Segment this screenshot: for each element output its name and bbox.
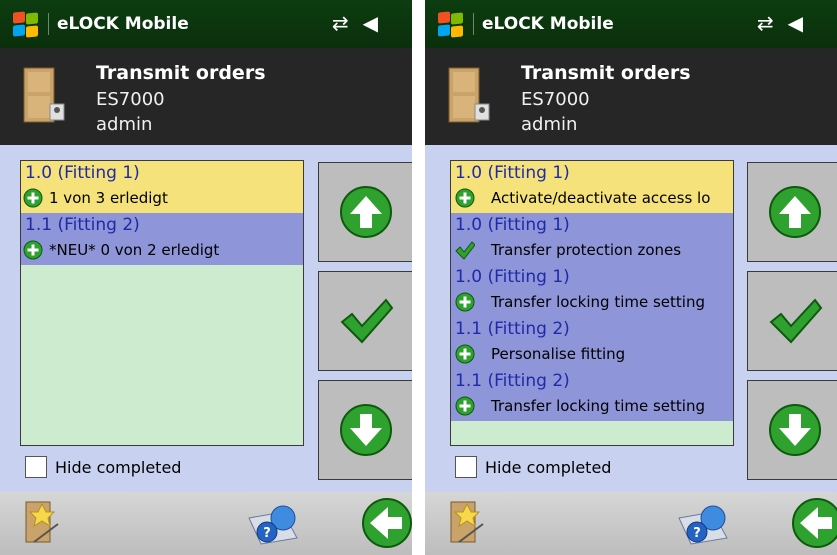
item-text: Transfer locking time setting [491,293,705,311]
item-title: 1.0 (Fitting 1) [455,267,570,287]
back-icon[interactable] [790,496,837,550]
item-title: 1.1 (Fitting 2) [25,215,140,235]
plus-icon [455,396,475,416]
confirm-button[interactable] [747,271,837,371]
item-text: *NEU* 0 von 2 erledigt [49,241,220,259]
check-icon [340,298,394,344]
title-bar: eLOCK Mobile ⇄ ◀ [0,0,412,48]
list-item[interactable]: 1.0 (Fitting 1) Transfer protection zone… [451,213,733,265]
screen-1: eLOCK Mobile ⇄ ◀ Transmit orders ES7000 … [0,0,412,555]
list-item[interactable]: 1.1 (Fitting 2) *NEU* 0 von 2 erledigt [21,213,303,265]
connectivity-icon[interactable]: ⇄ [757,10,774,36]
move-down-button[interactable] [318,380,412,480]
door-icon [23,67,65,123]
help-icon[interactable]: ? [245,498,301,548]
plus-icon [455,344,475,364]
list-item[interactable]: 1.1 (Fitting 2) Personalise fitting [451,317,733,369]
list-item[interactable]: 1.0 (Fitting 1) Activate/deactivate acce… [451,161,733,213]
app-title: eLOCK Mobile [57,14,189,34]
item-title: 1.0 (Fitting 1) [455,215,570,235]
arrow-up-icon [769,186,821,238]
item-text: Transfer protection zones [491,241,682,259]
hide-completed-row[interactable]: Hide completed [455,456,611,478]
item-title: 1.1 (Fitting 2) [455,319,570,339]
orders-list[interactable]: 1.0 (Fitting 1) Activate/deactivate acce… [450,160,734,446]
move-down-button[interactable] [747,380,837,480]
status-icons: ⇄ ◀ [332,10,378,36]
item-title: 1.1 (Fitting 2) [455,371,570,391]
check-icon [455,241,475,260]
hide-completed-label: Hide completed [55,457,182,477]
item-text: Personalise fitting [491,345,626,363]
app-title: eLOCK Mobile [482,14,614,34]
item-text: Transfer locking time setting [491,397,705,415]
title-separator [48,13,49,35]
item-text: Activate/deactivate access lo [491,189,711,207]
page-header: Transmit orders ES7000 admin [425,48,837,145]
help-icon[interactable]: ? [675,498,731,548]
door-key-icon[interactable] [20,498,64,546]
windows-start-icon[interactable] [435,10,467,38]
move-up-button[interactable] [747,162,837,262]
check-icon [769,298,823,344]
volume-icon[interactable]: ◀ [363,10,378,36]
plus-icon [23,188,43,208]
bottom-toolbar: ? [0,492,412,555]
plus-icon [455,292,475,312]
back-icon[interactable] [360,496,412,550]
title-bar: eLOCK Mobile ⇄ ◀ [425,0,837,48]
page-title: Transmit orders [96,62,266,84]
list-item[interactable]: 1.1 (Fitting 2) Transfer locking time se… [451,369,733,421]
plus-icon [455,188,475,208]
door-key-icon[interactable] [445,498,489,546]
svg-text:?: ? [693,526,701,541]
windows-start-icon[interactable] [10,10,42,38]
move-up-button[interactable] [318,162,412,262]
item-text: 1 von 3 erledigt [49,189,168,207]
screen-2: eLOCK Mobile ⇄ ◀ Transmit orders ES7000 … [425,0,837,555]
orders-list[interactable]: 1.0 (Fitting 1) 1 von 3 erledigt 1.1 (Fi… [20,160,304,446]
arrow-down-icon [769,404,821,456]
list-item[interactable]: 1.0 (Fitting 1) Transfer locking time se… [451,265,733,317]
confirm-button[interactable] [318,271,412,371]
item-title: 1.0 (Fitting 1) [25,163,140,183]
hide-completed-label: Hide completed [485,457,612,477]
page-header: Transmit orders ES7000 admin [0,48,412,145]
list-item[interactable]: 1.0 (Fitting 1) 1 von 3 erledigt [21,161,303,213]
item-title: 1.0 (Fitting 1) [455,163,570,183]
plus-icon [23,240,43,260]
volume-icon[interactable]: ◀ [788,10,803,36]
device-name: ES7000 [521,89,590,110]
hide-completed-checkbox[interactable] [25,456,47,478]
bottom-toolbar: ? [425,492,837,555]
status-icons: ⇄ ◀ [757,10,803,36]
hide-completed-row[interactable]: Hide completed [25,456,181,478]
svg-text:?: ? [263,526,271,541]
title-separator [473,13,474,35]
page-title: Transmit orders [521,62,691,84]
hide-completed-checkbox[interactable] [455,456,477,478]
user-name: admin [96,114,153,135]
arrow-down-icon [340,404,392,456]
connectivity-icon[interactable]: ⇄ [332,10,349,36]
device-name: ES7000 [96,89,165,110]
arrow-up-icon [340,186,392,238]
user-name: admin [521,114,578,135]
door-icon [448,67,490,123]
